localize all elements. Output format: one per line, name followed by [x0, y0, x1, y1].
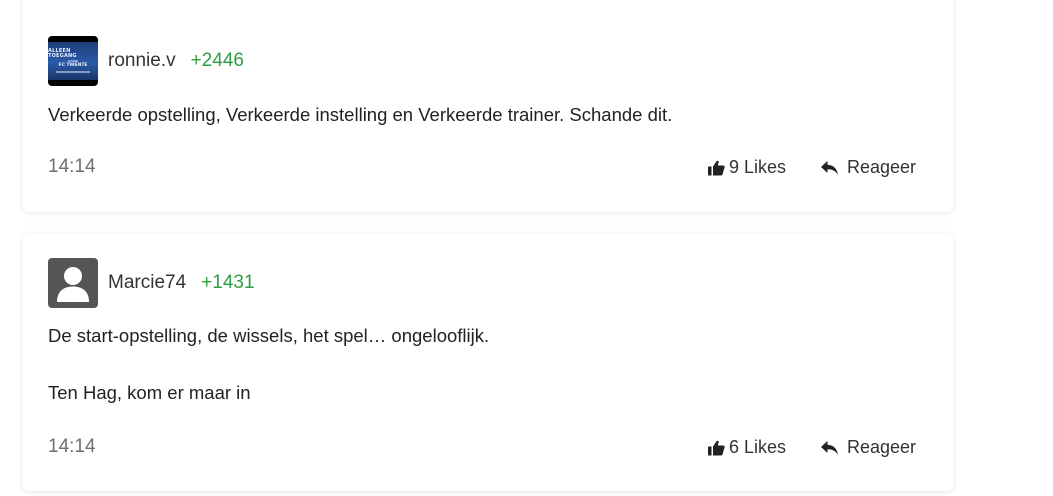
avatar-banner-text: FC TWENTE: [58, 63, 88, 69]
reply-icon: [821, 440, 838, 455]
avatar-banner-text: VOOR: [68, 59, 78, 64]
username[interactable]: ronnie.v: [108, 50, 176, 72]
avatar-banner-text: ALLEEN TOEGANG: [48, 48, 77, 60]
likes-count: 9 Likes: [729, 157, 787, 177]
like-button[interactable]: 9 Likes: [708, 157, 786, 178]
comment-time: 14:14: [48, 436, 96, 457]
comment-time: 14:14: [48, 156, 96, 177]
comment-header: Marcie74 +1431: [48, 258, 255, 308]
default-user-avatar-icon: [57, 267, 89, 302]
reply-label: Reageer: [847, 157, 917, 177]
avatar[interactable]: ALLEEN TOEGANG VOOR FC TWENTE: [48, 36, 98, 86]
thumbs-up-icon: [708, 440, 725, 455]
reply-button[interactable]: Reageer: [820, 437, 916, 458]
comment-text: Ten Hag, kom er maar in: [48, 382, 251, 403]
username[interactable]: Marcie74: [108, 272, 186, 294]
user-score: +1431: [201, 272, 255, 293]
comment-header: ALLEEN TOEGANG VOOR FC TWENTE ronnie.v +…: [48, 36, 244, 86]
comment-text: Verkeerde opstelling, Verkeerde instelli…: [48, 104, 673, 125]
thumbs-up-icon: [708, 160, 725, 175]
reply-icon: [821, 160, 838, 175]
user-score: +2446: [190, 50, 244, 71]
comment-card: Marcie74 +1431 De start-opstelling, de w…: [23, 234, 953, 491]
team-banner-avatar-icon: ALLEEN TOEGANG VOOR FC TWENTE: [48, 42, 98, 80]
comment-card: ALLEEN TOEGANG VOOR FC TWENTE ronnie.v +…: [23, 0, 953, 212]
avatar-banner-line: [56, 70, 90, 73]
avatar[interactable]: [48, 258, 98, 308]
reply-label: Reageer: [847, 437, 917, 457]
likes-count: 6 Likes: [729, 437, 787, 457]
like-button[interactable]: 6 Likes: [708, 437, 786, 458]
reply-button[interactable]: Reageer: [820, 157, 916, 178]
comment-text: De start-opstelling, de wissels, het spe…: [48, 325, 490, 346]
